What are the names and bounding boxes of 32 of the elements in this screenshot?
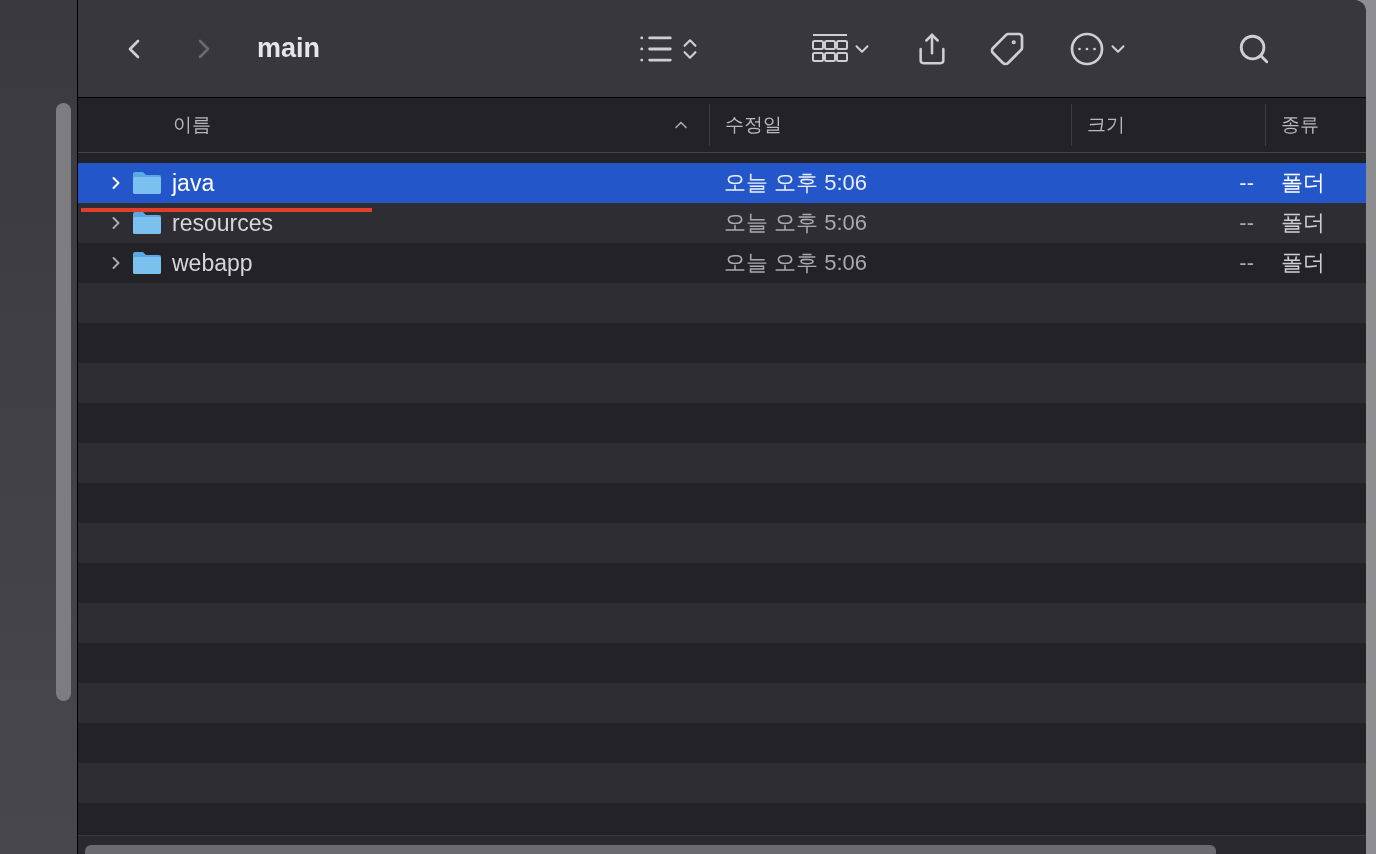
column-header[interactable]: 이름 [78,104,709,146]
file-name: resources [172,209,273,237]
column-header[interactable]: 수정일 [709,104,1071,146]
scrollbar-thumb[interactable] [85,845,1216,854]
file-name: java [172,169,215,197]
folder-icon [132,211,162,235]
file-kind: 폴더 [1281,169,1325,197]
folder-icon [132,171,162,195]
file-name: webapp [172,249,253,277]
scrollbar-thumb[interactable] [56,103,71,701]
folder-icon [132,251,162,275]
modified-date: 오늘 오후 5:06 [723,169,869,197]
file-kind: 폴더 [1281,249,1325,277]
file-row[interactable]: java 오늘 오후 5:06 -- 폴더 [78,163,1366,203]
column-header[interactable]: 종류 [1265,104,1365,146]
grid-icon [811,32,849,65]
file-row[interactable]: resources 오늘 오후 5:06 -- 폴더 [78,203,1366,243]
window-title: main [257,33,322,64]
column-label: 수정일 [725,113,782,137]
file-size: -- [1238,210,1254,236]
tag-icon [989,30,1025,67]
modified-date: 오늘 오후 5:06 [723,209,869,237]
tag-button[interactable] [989,30,1025,67]
file-kind: 폴더 [1281,209,1325,237]
column-header[interactable]: 크기 [1071,104,1265,146]
column-label: 종류 [1281,113,1319,137]
file-size: -- [1238,170,1254,196]
column-label: 이름 [173,113,211,137]
column-label: 크기 [1087,113,1125,137]
modified-date: 오늘 오후 5:06 [723,249,869,277]
ellipsis-circle-icon [1069,30,1105,67]
file-size: -- [1238,250,1254,276]
